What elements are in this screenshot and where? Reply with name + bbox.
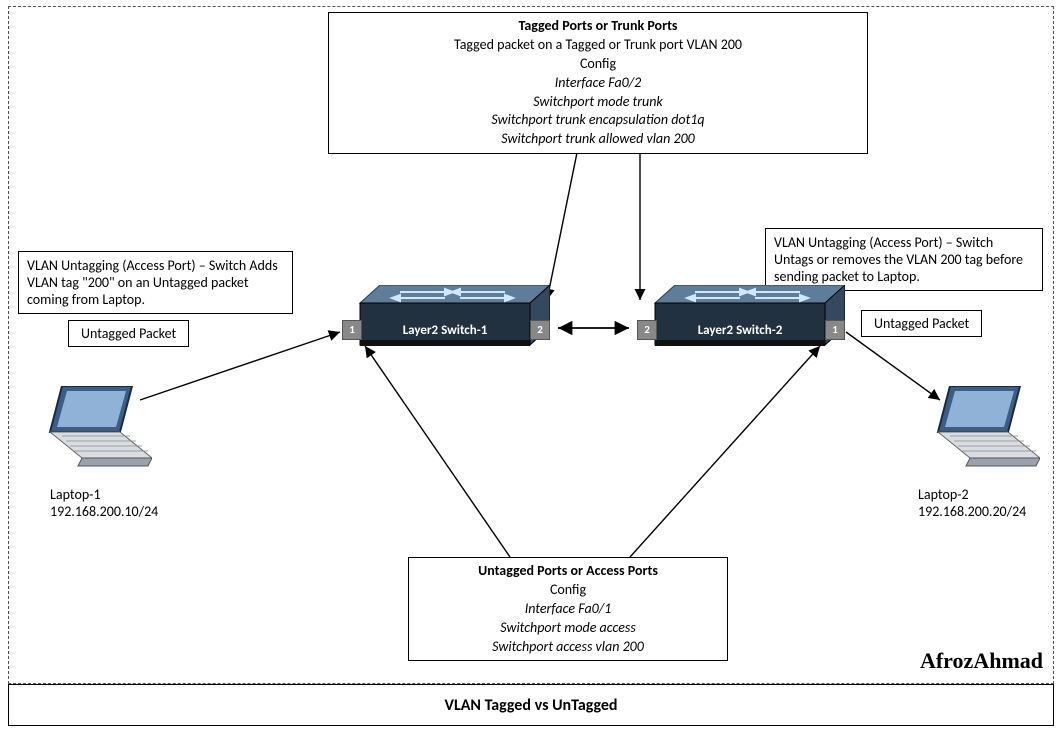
switch1-port-2: 2 [530, 320, 550, 340]
tagged-title: Tagged Ports or Trunk Ports [337, 17, 859, 36]
laptop-1 [32, 386, 152, 476]
untagged-line4: Switchport access vlan 200 [417, 638, 719, 657]
laptop2-name: Laptop-2 [918, 486, 1026, 503]
diagram-caption-text: VLAN Tagged vs UnTagged [444, 696, 617, 715]
switch1-port-1: 1 [342, 320, 362, 340]
left-access-text: VLAN Untagging (Access Port) – Switch Ad… [27, 257, 278, 308]
tagged-line4: Switchport mode trunk [337, 93, 859, 112]
laptop1-name: Laptop-1 [50, 486, 158, 503]
author-signature: AfrozAhmad [920, 648, 1043, 674]
layer2-switch-1: Layer2 Switch-1 1 2 [340, 285, 550, 355]
layer2-switch-2: Layer2 Switch-2 2 1 [635, 285, 845, 355]
tagged-ports-config-box: Tagged Ports or Trunk Ports Tagged packe… [328, 12, 868, 154]
tagged-line2: Config [337, 55, 859, 74]
laptop1-caption: Laptop-1 192.168.200.10/24 [50, 486, 158, 520]
untagged-line2: Interface Fa0/1 [417, 600, 719, 619]
diagram-caption: VLAN Tagged vs UnTagged [8, 684, 1054, 726]
laptop1-ip: 192.168.200.10/24 [50, 503, 158, 520]
laptop2-ip: 192.168.200.20/24 [918, 503, 1026, 520]
untagged-line3: Switchport mode access [417, 619, 719, 638]
tagged-line3: Interface Fa0/2 [337, 74, 859, 93]
tagged-line6: Switchport trunk allowed vlan 200 [337, 130, 859, 149]
right-access-description: VLAN Untagging (Access Port) – Switch Un… [765, 228, 1043, 291]
laptop-2 [920, 386, 1040, 476]
switch2-port-2: 2 [637, 320, 657, 340]
right-access-text: VLAN Untagging (Access Port) – Switch Un… [774, 234, 1023, 285]
untagged-ports-config-box: Untagged Ports or Access Ports Config In… [408, 557, 728, 661]
diagram-root: Tagged Ports or Trunk Ports Tagged packe… [0, 0, 1063, 738]
switch2-port-1: 1 [825, 320, 845, 340]
laptop2-caption: Laptop-2 192.168.200.20/24 [918, 486, 1026, 520]
untagged-packet-label-right: Untagged Packet [861, 310, 982, 337]
untagged-line1: Config [417, 581, 719, 600]
untagged-packet-label-left: Untagged Packet [68, 320, 189, 347]
tagged-line1: Tagged packet on a Tagged or Trunk port … [337, 36, 859, 55]
tagged-line5: Switchport trunk encapsulation dot1q [337, 111, 859, 130]
left-access-description: VLAN Untagging (Access Port) – Switch Ad… [18, 251, 293, 314]
untagged-title: Untagged Ports or Access Ports [417, 562, 719, 581]
